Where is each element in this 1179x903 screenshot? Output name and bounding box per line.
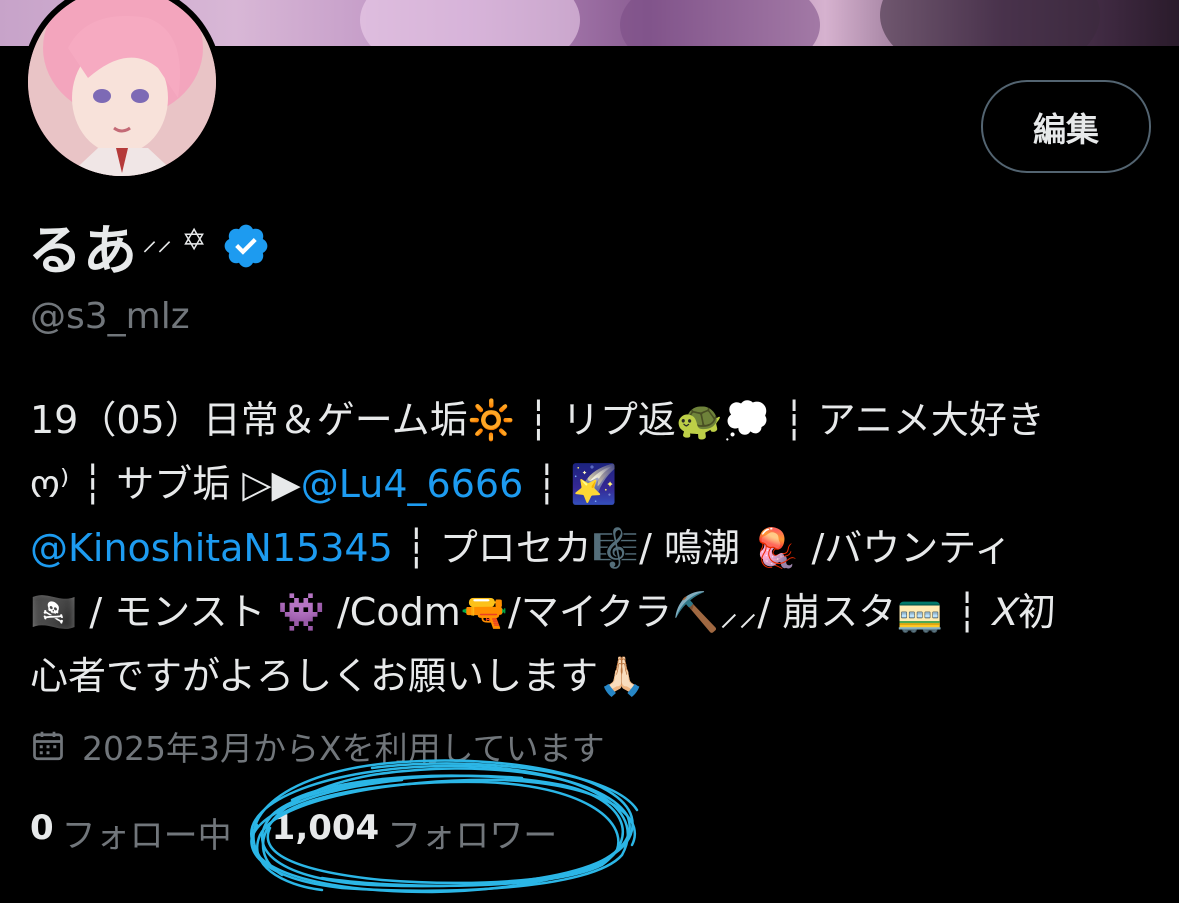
followers-link[interactable]: 1,004 フォロワー [272, 808, 558, 857]
name-row: るあ ⸝⸝ ✡ [28, 206, 271, 285]
bio-text: ┆ プロセカ🎼/ 鳴潮 🪼 /バウンティ [392, 526, 1012, 570]
joined-text: 2025年3月からXを利用しています [82, 729, 605, 768]
banner-art [880, 0, 1100, 46]
banner-art [360, 0, 580, 46]
following-label: フォロー中 [61, 816, 232, 856]
mention-link[interactable]: @Lu4_6666 [301, 462, 523, 506]
mention-link[interactable]: @KinoshitaN15345 [30, 526, 393, 570]
following-count: 0 [30, 808, 54, 848]
follow-stats: 0 フォロー中 1,004 フォロワー [30, 808, 557, 857]
bio-text: 🏴‍☠️ / モンスト 👾 /Codm🔫/マイクラ⛏️⸝⸝/ 崩スタ🚃 ┆ 𝑋初 [30, 590, 1056, 634]
profile-bio: 19（05）日常＆ゲーム垢🔆 ┆ リプ返🐢💭 ┆ アニメ大好き ო⁾ ┆ サブ垢… [30, 388, 1155, 708]
followers-label: フォロワー [387, 816, 558, 856]
bio-text: ┆ 🌠 [523, 462, 618, 506]
edit-profile-button[interactable]: 編集 [981, 80, 1151, 173]
joined-date: 2025年3月からXを利用しています [30, 722, 605, 770]
name-decoration: ⸝⸝ ✡ [142, 223, 207, 258]
verified-badge-icon[interactable] [221, 221, 271, 271]
followers-count: 1,004 [271, 808, 380, 848]
calendar-icon [33, 731, 63, 761]
display-name: るあ [28, 219, 138, 282]
bio-text: ო⁾ ┆ サブ垢 ▷▶ [30, 462, 301, 506]
bio-text: 19（05）日常＆ゲーム垢🔆 ┆ リプ返🐢💭 ┆ アニメ大好き [30, 398, 1045, 442]
banner-art [620, 0, 820, 46]
following-link[interactable]: 0 フォロー中 [30, 808, 232, 857]
bio-text: 心者ですがよろしくお願いします🙏🏻 [30, 654, 646, 698]
profile-handle: @s3_mlz [30, 296, 190, 337]
